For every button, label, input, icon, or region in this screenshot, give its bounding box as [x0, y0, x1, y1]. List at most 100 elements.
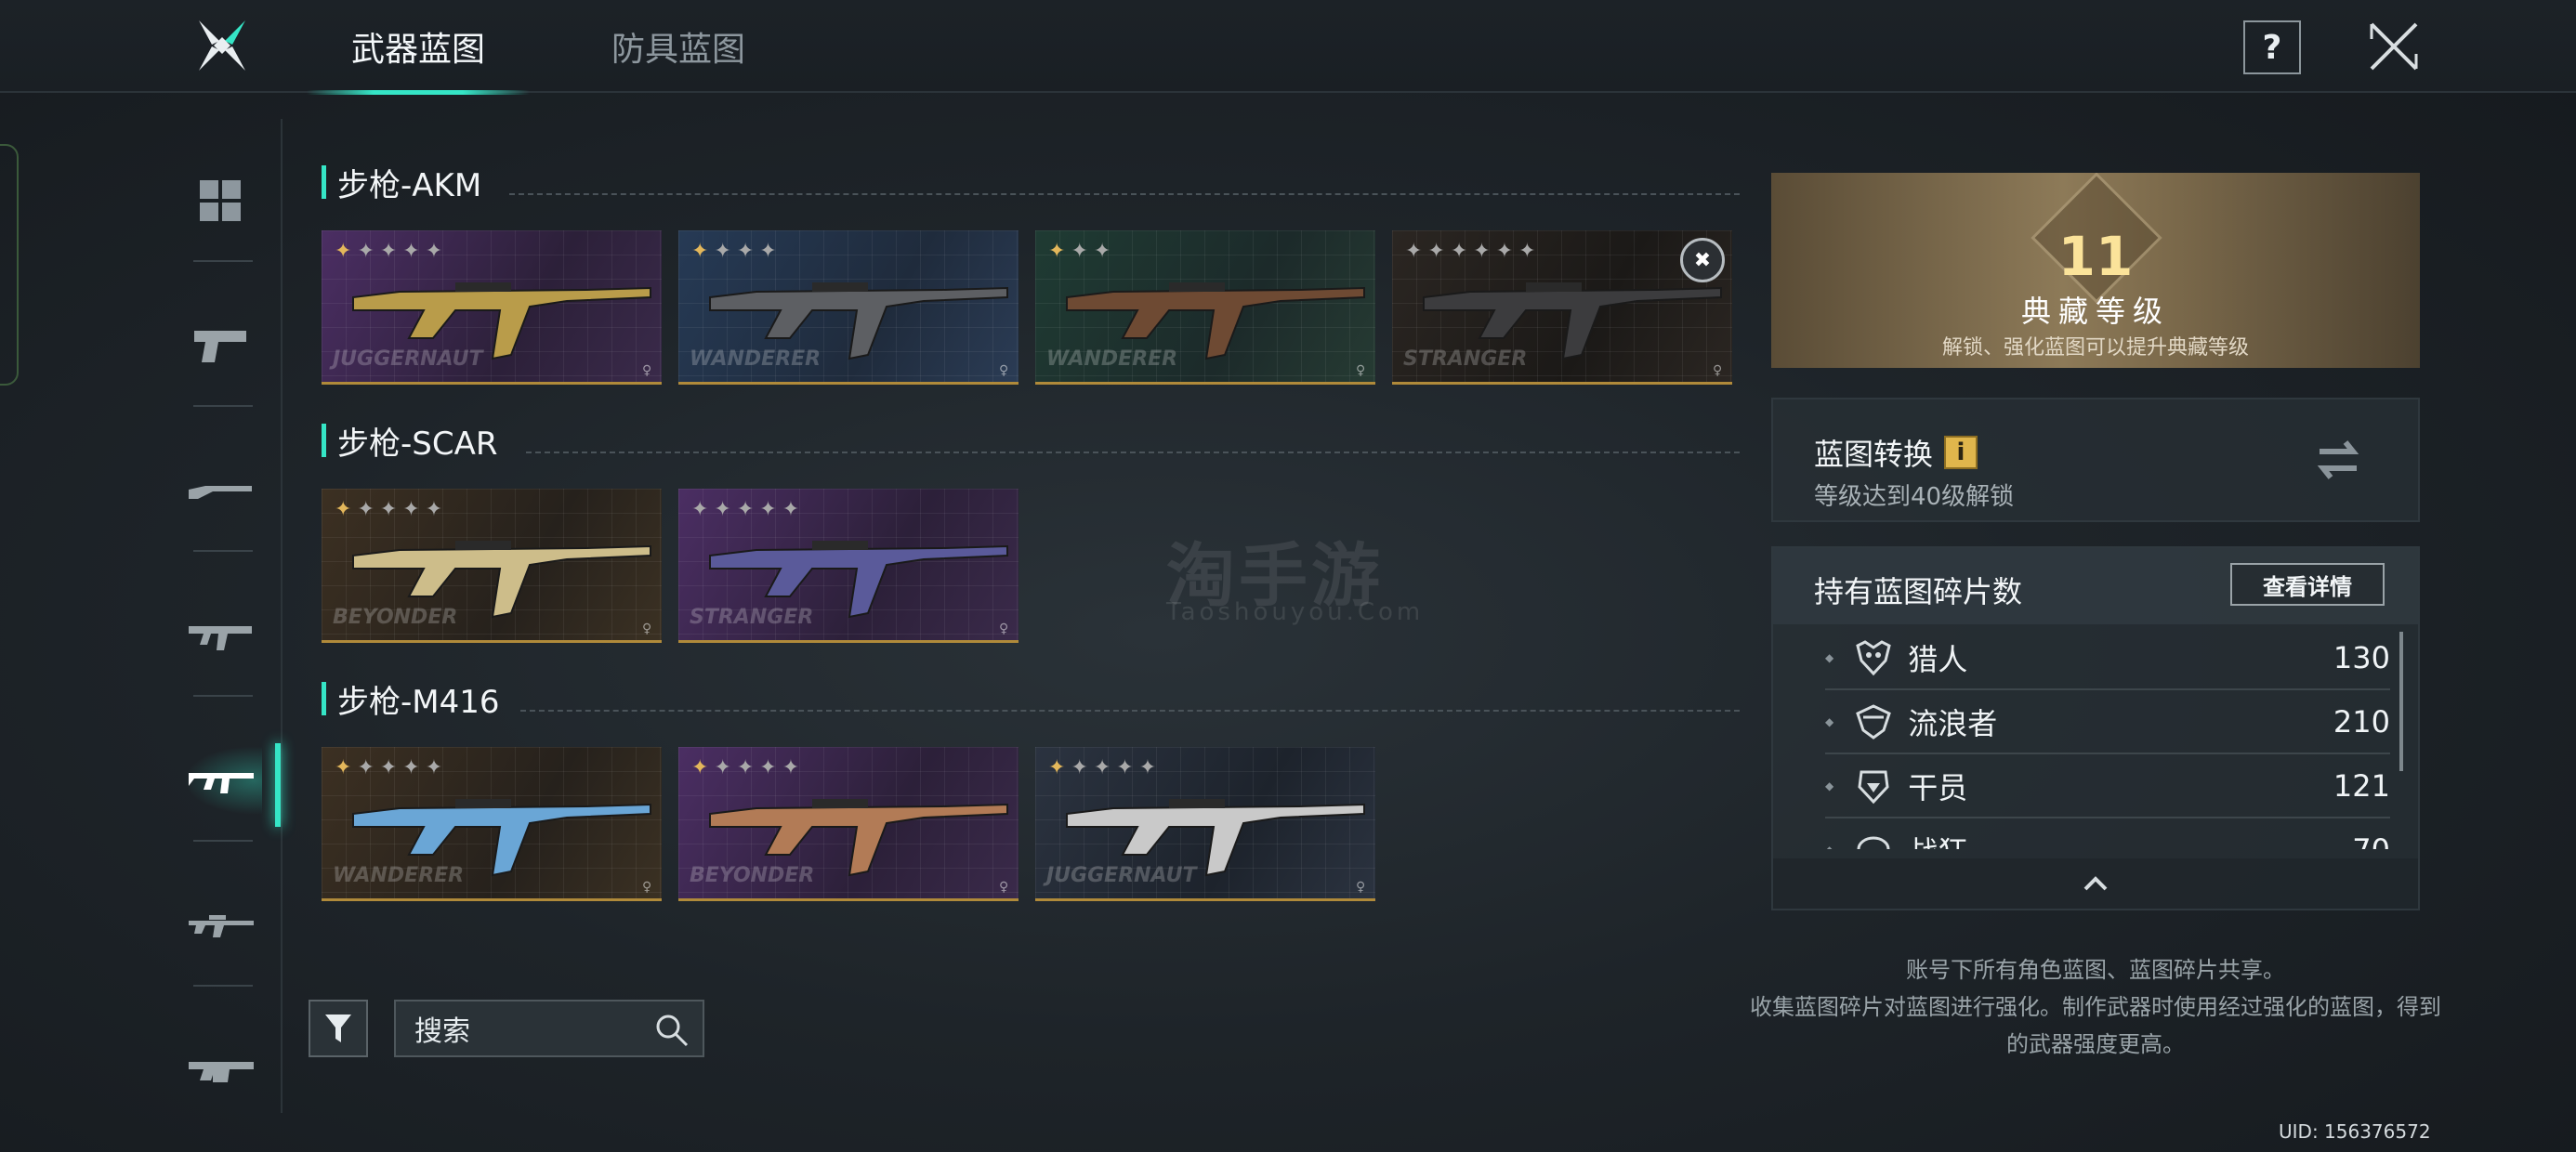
tab-label: 防具蓝图: [611, 31, 745, 69]
bullet-icon: ◆: [1825, 650, 1834, 664]
section-title-text: 步枪-AKM: [337, 166, 482, 204]
bullet-icon: ◆: [1825, 844, 1833, 850]
fragment-scrollbar[interactable]: [2399, 632, 2403, 771]
section-title-m416: 步枪-M416: [322, 678, 500, 721]
smg-icon: [189, 626, 252, 650]
category-pistol[interactable]: [178, 308, 262, 383]
fragment-count: 210: [2333, 703, 2390, 740]
fragment-count: 121: [2333, 767, 2390, 804]
fragment-row-hunter: ◆ 猎人 130: [1825, 626, 2390, 690]
section-title-akm: 步枪-AKM: [322, 162, 482, 204]
category-marksman[interactable]: [178, 888, 262, 962]
fragment-panel: 持有蓝图碎片数 查看详情 ◆ 猎人 130 ◆ 流浪者 210 ◆ 干员 121…: [1771, 546, 2420, 910]
close-icon[interactable]: [2366, 19, 2422, 74]
fragment-header: 持有蓝图碎片数 查看详情: [1773, 548, 2418, 624]
filter-button[interactable]: [309, 1000, 368, 1057]
blueprint-lock-icon: ♀: [1356, 363, 1366, 378]
blueprint-lock-icon: ♀: [999, 880, 1009, 895]
rarity-stars: ✦✦✦: [1048, 240, 1117, 263]
category-separator: [193, 405, 253, 407]
info-icon[interactable]: i: [1944, 436, 1978, 469]
bullet-icon: ◆: [1825, 714, 1834, 728]
blueprint-card[interactable]: ✦✦✦✦✦ BEYONDER ♀: [322, 489, 662, 643]
uid-label: UID: 156376572: [2279, 1120, 2431, 1143]
blueprint-lock-icon: ♀: [642, 622, 652, 636]
card-brand: WANDERER: [690, 347, 821, 371]
fragment-title: 持有蓝图碎片数: [1814, 574, 2023, 609]
berserker-faction-icon: [1857, 836, 1890, 849]
swap-icon[interactable]: [2312, 435, 2364, 485]
rarity-stars: ✦✦✦✦: [691, 240, 782, 263]
fragment-name: 干员: [1908, 769, 1968, 805]
pistol-icon: [194, 331, 246, 362]
game-logo-icon: [199, 20, 245, 71]
blueprint-lock-icon: ♀: [1713, 363, 1723, 378]
blueprint-card[interactable]: ✦✦✦✦✦ STRANGER ♀: [678, 489, 1019, 643]
chevron-up-icon: [2083, 876, 2108, 891]
note-line-1: 账号下所有角色蓝图、蓝图碎片共享。: [1906, 957, 2285, 983]
help-button[interactable]: ?: [2243, 20, 2301, 74]
rarity-stars: ✦✦✦✦✦: [335, 756, 449, 779]
category-smg[interactable]: [178, 598, 262, 673]
share-note: 账号下所有角色蓝图、蓝图碎片共享。 收集蓝图碎片对蓝图进行强化。制作武器时使用经…: [1747, 951, 2444, 1063]
category-lmg[interactable]: [178, 1033, 262, 1107]
blueprint-card[interactable]: ✦✦✦ WANDERER ♀: [1035, 230, 1375, 385]
filter-icon: [325, 1015, 351, 1042]
bullet-icon: ◆: [1825, 779, 1834, 792]
rarity-stars: ✦✦✦✦✦: [335, 498, 449, 521]
marksman-rifle-icon: [189, 915, 254, 937]
rarity-stars: ✦✦✦✦✦: [691, 498, 806, 521]
collapse-button[interactable]: [1773, 858, 2418, 909]
category-rifle[interactable]: [178, 743, 262, 818]
card-brand: WANDERER: [1046, 347, 1178, 371]
craft-badge-icon[interactable]: ✖: [1680, 238, 1725, 282]
blueprint-convert-panel[interactable]: 蓝图转换 i 等级达到40级解锁: [1771, 398, 2420, 522]
collection-level-card[interactable]: 11 典藏等级 解锁、强化蓝图可以提升典藏等级: [1771, 173, 2420, 368]
rifle-icon: [189, 773, 254, 793]
blueprint-lock-icon: ♀: [1356, 880, 1366, 895]
category-shotgun[interactable]: [178, 453, 262, 528]
search-input[interactable]: 搜索: [394, 1000, 704, 1057]
blueprint-card[interactable]: ✦✦✦✦✦ JUGGERNAUT ♀: [1035, 747, 1375, 901]
section-title-text: 步枪-M416: [337, 683, 500, 721]
fragment-name: 流浪者: [1908, 705, 1998, 741]
convert-title-row: 蓝图转换 i: [1814, 431, 1978, 474]
side-drawer-handle[interactable]: [0, 144, 19, 386]
blueprint-card[interactable]: ✦✦✦✦✦ JUGGERNAUT ♀: [322, 230, 662, 385]
section-title-text: 步枪-SCAR: [337, 425, 498, 463]
tab-weapon-blueprint[interactable]: 武器蓝图: [307, 0, 530, 95]
blueprint-card[interactable]: ✦✦✦✦✦ WANDERER ♀: [322, 747, 662, 901]
collection-subtitle: 解锁、强化蓝图可以提升典藏等级: [1941, 336, 2249, 360]
card-brand: STRANGER: [690, 606, 814, 629]
search-icon[interactable]: [654, 1013, 690, 1048]
convert-title: 蓝图转换: [1814, 437, 1934, 472]
rarity-stars: ✦✦✦✦✦: [691, 756, 806, 779]
card-brand: BEYONDER: [690, 864, 815, 887]
lmg-icon: [189, 1062, 254, 1082]
rarity-stars: ✦✦✦✦✦: [1048, 756, 1163, 779]
card-brand: JUGGERNAUT: [333, 347, 483, 371]
card-brand: STRANGER: [1403, 347, 1528, 371]
view-details-button[interactable]: 查看详情: [2230, 563, 2385, 606]
note-line-2: 收集蓝图碎片对蓝图进行强化。制作武器时使用经过强化的蓝图，得到的武器强度更高。: [1750, 994, 2441, 1057]
tab-armor-blueprint[interactable]: 防具蓝图: [576, 0, 781, 93]
rarity-stars: ✦✦✦✦✦: [335, 240, 449, 263]
section-divider: [520, 710, 1740, 712]
blueprint-card[interactable]: ✦✦✦✦ WANDERER ♀: [678, 230, 1019, 385]
section-divider: [509, 193, 1740, 195]
collection-label: 典藏等级: [2020, 294, 2170, 329]
fragment-row-operator: ◆ 干员 121: [1825, 754, 2390, 818]
fragment-row-wanderer: ◆ 流浪者 210: [1825, 690, 2390, 754]
convert-subtitle: 等级达到40级解锁: [1814, 483, 2015, 511]
blueprint-card[interactable]: ✦✦✦✦✦ BEYONDER ♀: [678, 747, 1019, 901]
category-overview[interactable]: [178, 164, 262, 238]
blueprint-card[interactable]: ✦✦✦✦✦✦ STRANGER ♀ ✖: [1392, 230, 1732, 385]
category-separator: [193, 260, 253, 262]
wanderer-faction-icon: [1856, 703, 1892, 740]
rail-divider: [281, 119, 283, 1113]
fragment-list[interactable]: ◆ 猎人 130 ◆ 流浪者 210 ◆ 干员 121 ◆ 战狂 70: [1773, 626, 2418, 849]
fragment-count: 130: [2333, 639, 2390, 675]
category-separator: [193, 840, 253, 842]
blueprint-lock-icon: ♀: [999, 622, 1009, 636]
category-separator: [193, 985, 253, 987]
